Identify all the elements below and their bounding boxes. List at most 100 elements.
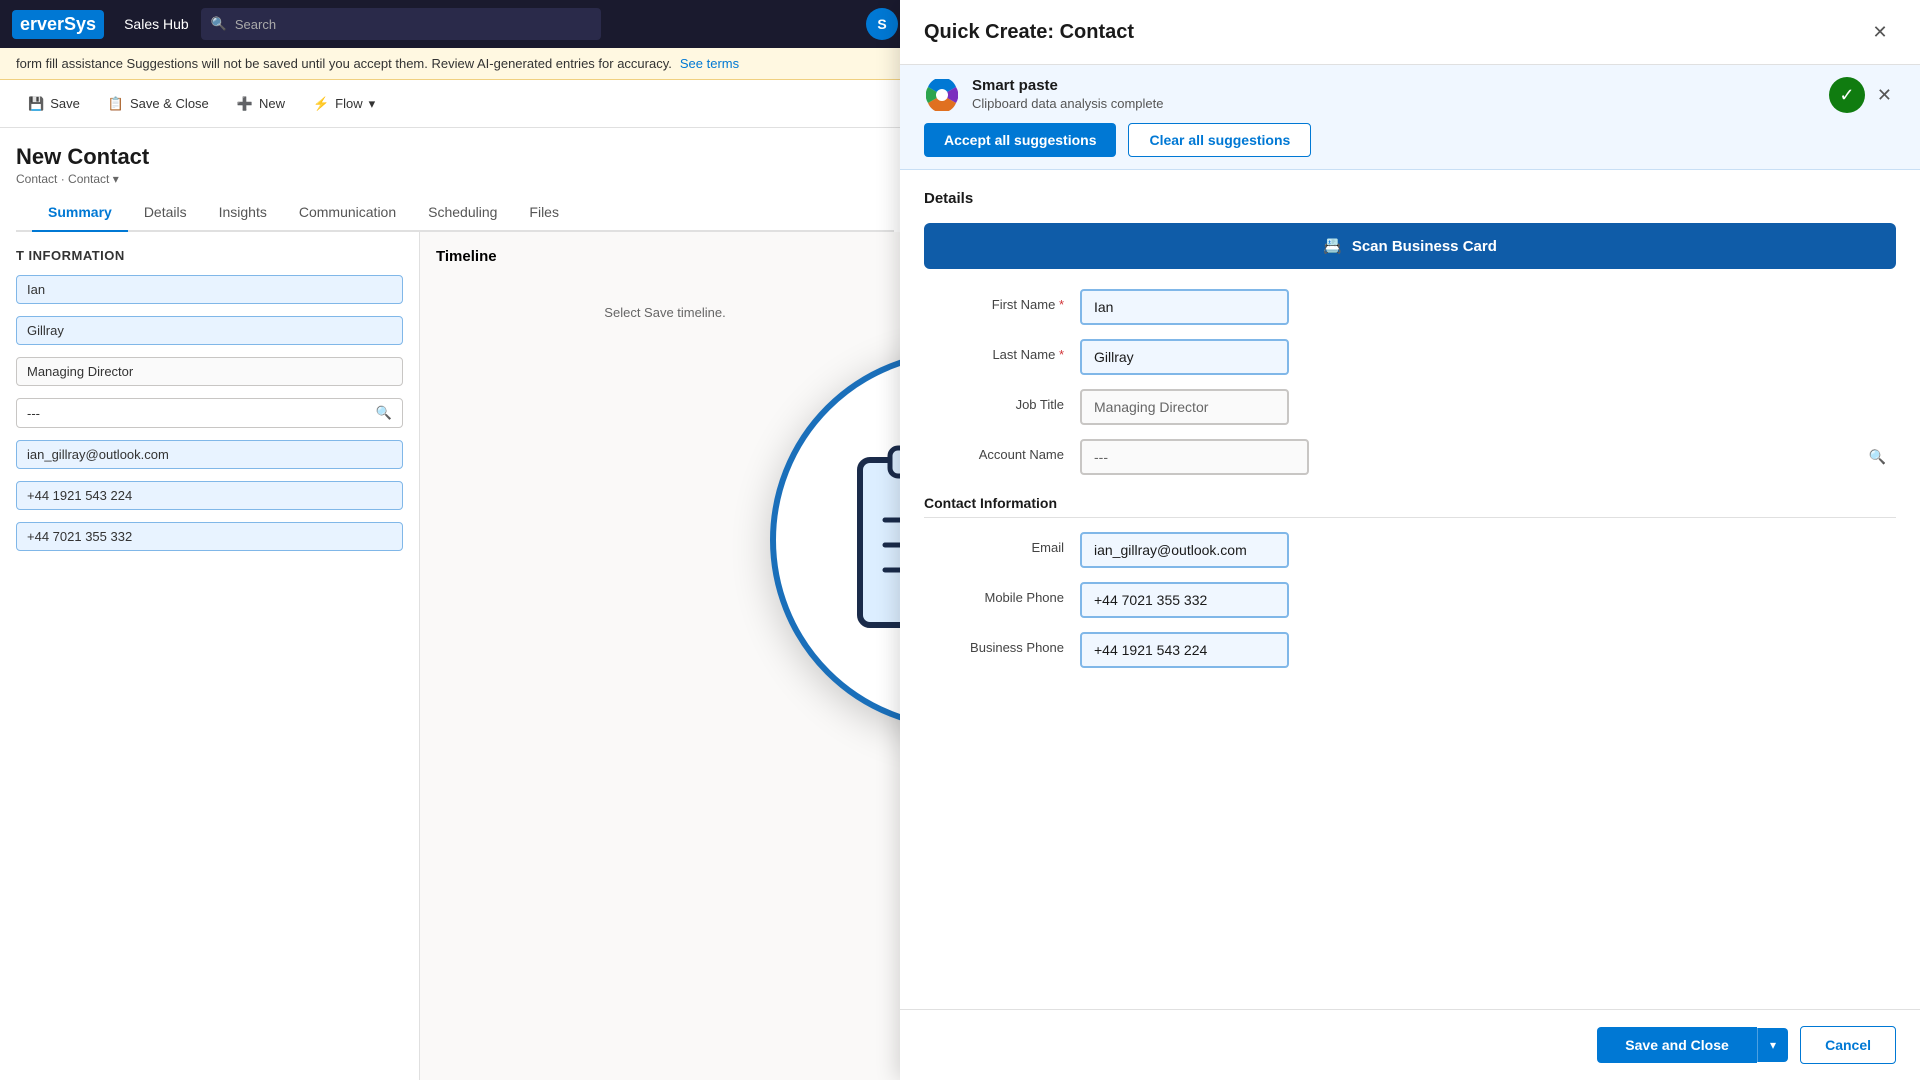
breadcrumb: Contact · Contact ▾	[16, 172, 894, 186]
smart-paste-text: Smart paste Clipboard data analysis comp…	[972, 77, 1817, 111]
quick-create-footer: Save and Close ▾ Cancel	[900, 1009, 1920, 1080]
quick-create-title: Quick Create: Contact	[924, 21, 1134, 44]
phone-field[interactable]: +44 1921 543 224	[16, 481, 403, 510]
details-section-label: Details	[924, 190, 1896, 207]
job-title-wrapper	[1080, 389, 1896, 425]
last-name-label: Last Name *	[924, 339, 1064, 362]
toolbar: 💾 Save 📋 Save & Close ➕ New ⚡ Flow ▾	[0, 80, 910, 128]
tab-communication[interactable]: Communication	[283, 194, 412, 232]
last-name-row: Gillray	[16, 316, 403, 345]
job-title-label: Job Title	[924, 389, 1064, 412]
quick-create-header: Quick Create: Contact ✕	[900, 0, 1920, 65]
account-name-input[interactable]	[1080, 439, 1309, 475]
tab-summary[interactable]: Summary	[32, 194, 128, 232]
search-icon: 🔍	[211, 16, 227, 32]
new-icon: ➕	[237, 96, 253, 112]
email-row: ian_gillray@outlook.com	[16, 440, 403, 469]
hub-label: Sales Hub	[124, 16, 189, 32]
tab-details[interactable]: Details	[128, 194, 203, 232]
business-phone-input[interactable]	[1080, 632, 1289, 668]
email-wrapper	[1080, 532, 1896, 568]
job-title-input[interactable]	[1080, 389, 1289, 425]
avatar: S	[866, 8, 898, 40]
save-icon: 💾	[28, 96, 44, 112]
first-name-input[interactable]	[1080, 289, 1289, 325]
tab-files[interactable]: Files	[513, 194, 575, 232]
mobile-row: +44 7021 355 332	[16, 522, 403, 551]
section-title: T INFORMATION	[16, 248, 403, 263]
business-phone-wrapper	[1080, 632, 1896, 668]
first-name-required: *	[1059, 297, 1064, 312]
scan-business-card-button[interactable]: 📇 Scan Business Card	[924, 223, 1896, 269]
job-title-field[interactable]: Managing Director	[16, 357, 403, 386]
timeline-title: Timeline	[436, 248, 894, 265]
email-input[interactable]	[1080, 532, 1289, 568]
mobile-phone-form-row: Mobile Phone	[924, 582, 1896, 618]
tabs: Summary Details Insights Communication S…	[16, 194, 894, 232]
smart-paste-actions: Accept all suggestions Clear all suggest…	[924, 123, 1896, 157]
job-title-row: Managing Director	[16, 357, 403, 386]
account-name-form-row: Account Name 🔍	[924, 439, 1896, 475]
smart-paste-close-button[interactable]: ✕	[1873, 81, 1896, 110]
timeline-empty-message: Select Save timeline.	[436, 305, 894, 320]
topbar: erverSys Sales Hub 🔍 Search S	[0, 0, 910, 48]
save-and-close-button[interactable]: Save and Close	[1597, 1027, 1757, 1063]
smart-paste-check-icon: ✓	[1829, 77, 1865, 113]
account-search-icon: 🔍	[1869, 449, 1886, 466]
save-close-button[interactable]: 📋 Save & Close	[96, 90, 221, 118]
last-name-input[interactable]	[1080, 339, 1289, 375]
search-bar[interactable]: 🔍 Search	[201, 8, 601, 40]
last-name-wrapper	[1080, 339, 1896, 375]
email-field[interactable]: ian_gillray@outlook.com	[16, 440, 403, 469]
save-label: Save	[50, 96, 80, 111]
account-name-wrapper: 🔍	[1080, 439, 1896, 475]
quick-create-panel: Quick Create: Contact ✕ Smart paste Clip…	[900, 0, 1920, 1080]
flow-button[interactable]: ⚡ Flow ▾	[301, 90, 387, 118]
last-name-field[interactable]: Gillray	[16, 316, 403, 345]
mobile-phone-input[interactable]	[1080, 582, 1289, 618]
dropdown-chevron-icon: ▾	[1770, 1038, 1776, 1052]
flow-label: Flow	[335, 96, 362, 111]
first-name-field[interactable]: Ian	[16, 275, 403, 304]
business-phone-label: Business Phone	[924, 632, 1064, 655]
mobile-field[interactable]: +44 7021 355 332	[16, 522, 403, 551]
account-name-label: Account Name	[924, 439, 1064, 462]
account-name-row: --- 🔍	[16, 398, 403, 428]
last-name-form-row: Last Name *	[924, 339, 1896, 375]
first-name-row: Ian	[16, 275, 403, 304]
job-title-form-row: Job Title	[924, 389, 1896, 425]
app-logo: erverSys	[12, 10, 104, 39]
first-name-form-row: First Name *	[924, 289, 1896, 325]
new-label: New	[259, 96, 285, 111]
quick-create-body: Details 📇 Scan Business Card First Name …	[900, 170, 1920, 1009]
flow-chevron-icon: ▾	[369, 96, 376, 112]
ai-bar-link[interactable]: See terms	[680, 56, 739, 71]
contact-info-section-label: Contact Information	[924, 495, 1896, 518]
quick-create-close-button[interactable]: ✕	[1864, 16, 1896, 48]
save-button[interactable]: 💾 Save	[16, 90, 92, 118]
smart-paste-top: Smart paste Clipboard data analysis comp…	[924, 77, 1896, 113]
clear-all-button[interactable]: Clear all suggestions	[1128, 123, 1311, 157]
first-name-wrapper	[1080, 289, 1896, 325]
flow-icon: ⚡	[313, 96, 329, 112]
contact-info-panel: T INFORMATION Ian Gillray Managing Direc…	[0, 232, 420, 1080]
ai-bar-text: form fill assistance Suggestions will no…	[16, 56, 672, 71]
tab-insights[interactable]: Insights	[203, 194, 283, 232]
save-close-icon: 📋	[108, 96, 124, 112]
cancel-button[interactable]: Cancel	[1800, 1026, 1896, 1064]
save-close-label: Save & Close	[130, 96, 209, 111]
smart-paste-title: Smart paste	[972, 77, 1817, 94]
mobile-phone-label: Mobile Phone	[924, 582, 1064, 605]
business-phone-form-row: Business Phone	[924, 632, 1896, 668]
accept-all-button[interactable]: Accept all suggestions	[924, 123, 1116, 157]
save-close-dropdown-button[interactable]: ▾	[1757, 1028, 1788, 1062]
mobile-phone-wrapper	[1080, 582, 1896, 618]
tab-scheduling[interactable]: Scheduling	[412, 194, 513, 232]
page-title: New Contact	[16, 144, 894, 170]
scan-card-label: Scan Business Card	[1352, 238, 1497, 255]
phone-row: +44 1921 543 224	[16, 481, 403, 510]
account-name-field[interactable]: --- 🔍	[16, 398, 403, 428]
email-label: Email	[924, 532, 1064, 555]
smart-paste-subtitle: Clipboard data analysis complete	[972, 96, 1817, 111]
new-button[interactable]: ➕ New	[225, 90, 297, 118]
